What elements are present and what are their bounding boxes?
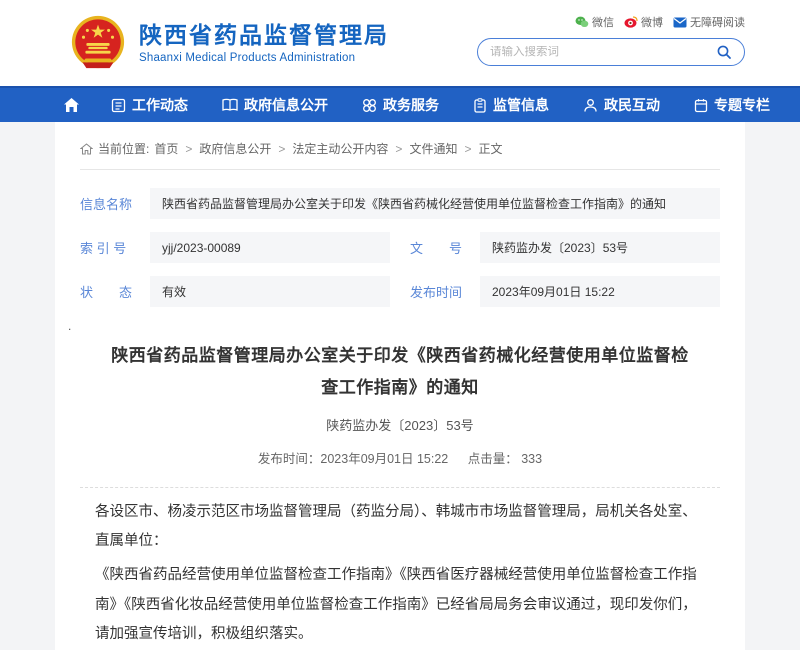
content-card: 当前位置: 首页 > 政府信息公开 > 法定主动公开内容 > 文件通知 > 正文… bbox=[55, 122, 745, 650]
info-name-label: 信息名称 bbox=[80, 188, 150, 219]
info-docno-label: 文 号 bbox=[410, 232, 480, 263]
weibo-label: 微博 bbox=[641, 14, 663, 30]
article-meta: 发布时间：2023年09月01日 15:22 点击量： 333 bbox=[80, 448, 720, 467]
breadcrumb-separator: > bbox=[185, 142, 192, 156]
main-nav: 工作动态 政府信息公开 政务服务 监管信 bbox=[0, 86, 800, 122]
breadcrumb-separator: > bbox=[278, 142, 285, 156]
nav-item-supervision[interactable]: 监管信息 bbox=[456, 88, 566, 122]
nav-item-services[interactable]: 政务服务 bbox=[345, 88, 456, 122]
article-hit-count: 点击量： 333 bbox=[468, 452, 542, 466]
national-emblem-icon bbox=[69, 14, 127, 72]
calendar-icon bbox=[694, 98, 708, 113]
breadcrumb-file-notice[interactable]: 文件通知 bbox=[409, 140, 457, 157]
accessibility-link[interactable]: 无障碍阅读 bbox=[673, 14, 745, 30]
search-icon[interactable] bbox=[716, 44, 732, 60]
article-title: 陕西省药品监督管理局办公室关于印发《陕西省药械化经营使用单位监督检查工作指南》的… bbox=[110, 340, 690, 405]
breadcrumb: 当前位置: 首页 > 政府信息公开 > 法定主动公开内容 > 文件通知 > 正文 bbox=[80, 140, 720, 157]
clipboard-icon bbox=[473, 98, 487, 113]
nav-item-gov-info[interactable]: 政府信息公开 bbox=[205, 88, 345, 122]
article-body: 各设区市、杨凌示范区市场监督管理局（药监分局）、韩城市市场监督管理局，局机关各处… bbox=[80, 498, 720, 650]
breadcrumb-separator: > bbox=[395, 142, 402, 156]
grid-icon bbox=[362, 98, 377, 113]
search-input[interactable] bbox=[490, 46, 716, 58]
info-pubtime-value: 2023年09月01日 15:22 bbox=[480, 276, 720, 307]
info-index-value: yjj/2023-00089 bbox=[150, 232, 390, 263]
person-icon bbox=[583, 98, 598, 113]
nav-item-label: 专题专栏 bbox=[714, 95, 770, 115]
nav-item-label: 政府信息公开 bbox=[244, 95, 328, 115]
article-paragraph: 各设区市、杨凌示范区市场监督管理局（药监分局）、韩城市市场监督管理局，局机关各处… bbox=[95, 498, 705, 557]
search-box bbox=[477, 38, 745, 66]
info-pubtime-label: 发布时间 bbox=[410, 276, 480, 307]
list-icon bbox=[111, 98, 126, 113]
nav-item-special-topics[interactable]: 专题专栏 bbox=[677, 88, 787, 122]
info-row-index-docno: 索 引 号 yjj/2023-00089 文 号 陕药监办发〔2023〕53号 bbox=[80, 232, 720, 263]
nav-item-label: 工作动态 bbox=[132, 95, 188, 115]
quick-links: 微信 微博 无障碍阅读 bbox=[477, 14, 745, 30]
home-outline-icon bbox=[80, 143, 93, 155]
wechat-link[interactable]: 微信 bbox=[575, 14, 614, 30]
nav-item-label: 政务服务 bbox=[383, 95, 439, 115]
weibo-icon bbox=[624, 16, 638, 28]
article-paragraph: 《陕西省药品经营使用单位监督检查工作指南》《陕西省医疗器械经营使用单位监督检查工… bbox=[95, 561, 705, 650]
breadcrumb-prefix: 当前位置: bbox=[98, 140, 149, 157]
weibo-link[interactable]: 微博 bbox=[624, 14, 663, 30]
info-row-name: 信息名称 陕西省药品监督管理局办公室关于印发《陕西省药械化经营使用单位监督检查工… bbox=[80, 188, 720, 219]
nav-item-work-news[interactable]: 工作动态 bbox=[94, 88, 205, 122]
home-icon bbox=[63, 97, 80, 113]
stray-dot: . bbox=[68, 320, 720, 332]
info-status-label: 状 态 bbox=[80, 276, 150, 307]
info-status-value: 有效 bbox=[150, 276, 390, 307]
breadcrumb-home[interactable]: 首页 bbox=[154, 140, 178, 157]
nav-home-button[interactable] bbox=[55, 88, 94, 122]
info-index-label: 索 引 号 bbox=[80, 232, 150, 263]
breadcrumb-current: 正文 bbox=[478, 140, 502, 157]
book-icon bbox=[222, 98, 238, 112]
nav-item-label: 监管信息 bbox=[493, 95, 549, 115]
wechat-icon bbox=[575, 16, 589, 28]
info-docno-value: 陕药监办发〔2023〕53号 bbox=[480, 232, 720, 263]
article-publish-time: 发布时间：2023年09月01日 15:22 bbox=[258, 452, 448, 466]
info-row-status-time: 状 态 有效 发布时间 2023年09月01日 15:22 bbox=[80, 276, 720, 307]
site-title: 陕西省药品监督管理局 bbox=[139, 22, 389, 50]
accessibility-label: 无障碍阅读 bbox=[690, 14, 745, 30]
wechat-label: 微信 bbox=[592, 14, 614, 30]
site-logo[interactable]: 陕西省药品监督管理局 Shaanxi Medical Products Admi… bbox=[69, 14, 389, 72]
site-subtitle: Shaanxi Medical Products Administration bbox=[139, 52, 389, 64]
nav-item-interaction[interactable]: 政民互动 bbox=[566, 88, 677, 122]
site-header: 陕西省药品监督管理局 Shaanxi Medical Products Admi… bbox=[0, 0, 800, 86]
accessibility-icon bbox=[673, 17, 687, 28]
breadcrumb-gov-info[interactable]: 政府信息公开 bbox=[199, 140, 271, 157]
info-name-value: 陕西省药品监督管理局办公室关于印发《陕西省药械化经营使用单位监督检查工作指南》的… bbox=[150, 188, 720, 219]
article-divider bbox=[80, 487, 720, 488]
breadcrumb-divider bbox=[80, 169, 720, 170]
breadcrumb-separator: > bbox=[464, 142, 471, 156]
breadcrumb-legal-content[interactable]: 法定主动公开内容 bbox=[292, 140, 388, 157]
article-doc-number: 陕药监办发〔2023〕53号 bbox=[80, 415, 720, 434]
nav-item-label: 政民互动 bbox=[604, 95, 660, 115]
